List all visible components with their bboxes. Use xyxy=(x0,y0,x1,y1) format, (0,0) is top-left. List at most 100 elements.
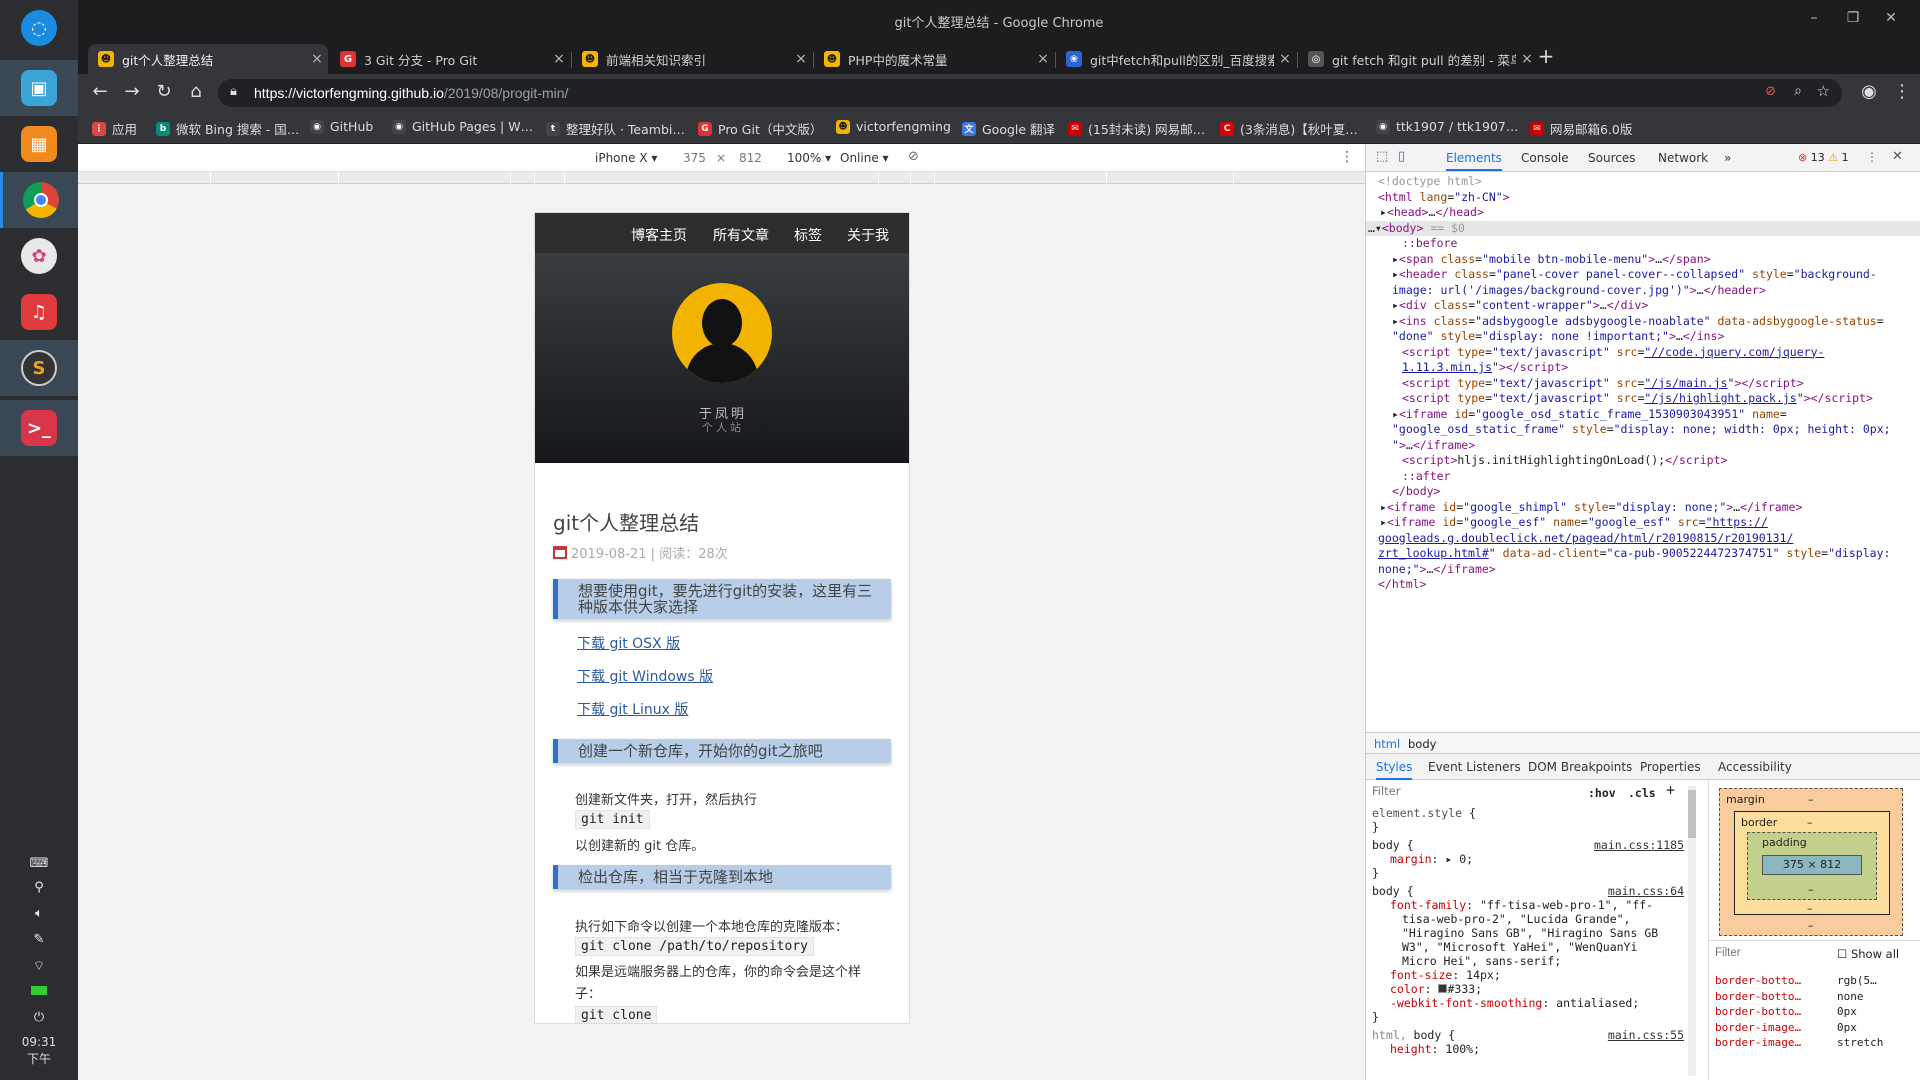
styles-pane[interactable]: :hov .cls + element.style { } body {main… xyxy=(1366,780,1696,1080)
new-tab-button[interactable]: + xyxy=(1534,44,1558,68)
profile-icon[interactable]: ◉ xyxy=(1857,81,1881,102)
launcher-icon[interactable]: ◌ xyxy=(0,0,78,56)
bookmark-google-translate[interactable]: 文 Google 翻译 xyxy=(962,119,1055,138)
tab-3[interactable]: ☻ 前端相关知识索引 × xyxy=(572,44,812,74)
keyboard-icon[interactable]: ⌨ xyxy=(0,856,78,871)
computed-pane[interactable]: ☐ Show all border-botto… rgb(5… border-bo… xyxy=(1709,940,1920,1080)
bookmark-netease-mail[interactable]: ✉ (15封未读) 网易邮… xyxy=(1068,119,1205,138)
nav-articles-link[interactable]: 所有文章 xyxy=(713,225,769,245)
devtools-close-icon[interactable]: ✕ xyxy=(1892,149,1903,164)
bookmark-teambition[interactable]: t 整理好队 · Teambi… xyxy=(546,119,685,138)
computed-row[interactable]: border-image… stretch xyxy=(1715,1035,1915,1051)
crumb-html[interactable]: html xyxy=(1374,737,1400,751)
computed-row[interactable]: border-botto… rgb(5… xyxy=(1715,973,1915,989)
forward-button[interactable]: → xyxy=(120,81,144,102)
box-margin[interactable]: margin – border – padding 375 × 812 – – … xyxy=(1719,788,1903,936)
terminal-icon[interactable]: >_ xyxy=(0,400,78,456)
settings-icon[interactable]: ✿ xyxy=(0,228,78,284)
maximize-button[interactable]: ❐ xyxy=(1842,10,1864,26)
usb-icon[interactable]: ⚲ xyxy=(0,880,78,895)
subtab-dom-breakpoints[interactable]: DOM Breakpoints xyxy=(1528,760,1632,774)
show-all-checkbox[interactable]: ☐ Show all xyxy=(1837,947,1899,961)
device-menu-icon[interactable]: ⋮ xyxy=(1340,149,1354,165)
clock[interactable]: 09:31 下午 xyxy=(0,1034,78,1068)
battery-icon[interactable] xyxy=(0,984,78,999)
tab-close-icon[interactable]: × xyxy=(790,51,812,67)
tab-2[interactable]: G 3 Git 分支 - Pro Git × xyxy=(330,44,570,74)
tab-console[interactable]: Console xyxy=(1521,151,1569,165)
bookmark-github-pages[interactable]: ◉ GitHub Pages | W… xyxy=(392,119,533,134)
device-mode-icon[interactable]: ▯ xyxy=(1398,149,1405,164)
device-width[interactable]: 375 xyxy=(683,151,706,165)
rotate-icon[interactable]: ⊘ xyxy=(908,149,919,164)
source-link[interactable]: main.css:55 xyxy=(1608,1028,1684,1042)
download-windows-link[interactable]: 下载 git Windows 版 xyxy=(577,666,713,686)
bookmark-star-icon[interactable]: ☆ xyxy=(1817,82,1830,100)
wifi-icon[interactable]: ⌔ xyxy=(0,958,78,974)
volume-icon[interactable]: 🔈︎ xyxy=(0,906,78,921)
download-linux-link[interactable]: 下载 git Linux 版 xyxy=(577,699,688,719)
back-button[interactable]: ← xyxy=(88,81,112,102)
minimize-button[interactable]: – xyxy=(1803,10,1825,26)
crumb-body[interactable]: body xyxy=(1408,737,1436,751)
network-select[interactable]: Online ▾ xyxy=(840,151,889,165)
tab-close-icon[interactable]: × xyxy=(548,51,570,67)
download-osx-link[interactable]: 下载 git OSX 版 xyxy=(577,633,680,653)
computed-row[interactable]: border-botto… 0px xyxy=(1715,1004,1915,1020)
tab-elements[interactable]: Elements xyxy=(1446,151,1502,171)
zoom-select[interactable]: 100% ▾ xyxy=(787,151,831,165)
tab-close-icon[interactable]: × xyxy=(1274,51,1296,67)
box-border[interactable]: border – padding 375 × 812 – – xyxy=(1734,811,1890,915)
bookmark-csdn[interactable]: C (3条消息)【秋叶夏… xyxy=(1220,119,1358,138)
box-padding[interactable]: padding 375 × 812 – xyxy=(1747,832,1877,900)
hov-toggle[interactable]: :hov xyxy=(1588,786,1616,800)
author-avatar[interactable] xyxy=(672,283,772,383)
devtools-menu-icon[interactable]: ⋮ xyxy=(1866,150,1878,164)
tab-4[interactable]: ☻ PHP中的魔术常量 × xyxy=(814,44,1054,74)
computed-row[interactable]: border-botto… none xyxy=(1715,989,1915,1005)
source-link[interactable]: main.css:1185 xyxy=(1594,838,1684,852)
app-store-icon[interactable]: ▣ xyxy=(0,60,78,116)
address-bar[interactable]: 🔒︎ https://victorfengming.github.io/2019… xyxy=(218,79,1842,107)
error-count[interactable]: ⊗ 13 ⚠ 1 xyxy=(1798,151,1849,164)
netease-music-icon[interactable]: ♫ xyxy=(0,284,78,340)
styles-scrollbar[interactable] xyxy=(1688,786,1696,1076)
tab-close-icon[interactable]: × xyxy=(1032,51,1054,67)
inspect-icon[interactable]: ⬚ xyxy=(1376,149,1388,164)
tab-close-icon[interactable]: × xyxy=(306,51,328,67)
add-rule-icon[interactable]: + xyxy=(1666,783,1675,798)
subtab-styles[interactable]: Styles xyxy=(1376,760,1413,780)
source-link[interactable]: main.css:64 xyxy=(1608,884,1684,898)
blocked-icon[interactable]: ⊘ xyxy=(1765,84,1776,99)
computed-row[interactable]: border-image… 0px xyxy=(1715,1020,1915,1036)
chrome-icon[interactable] xyxy=(0,172,78,228)
home-button[interactable]: ⌂ xyxy=(184,81,208,102)
tab-more[interactable]: » xyxy=(1724,151,1731,165)
subtab-accessibility[interactable]: Accessibility xyxy=(1718,760,1792,774)
close-window-button[interactable]: ✕ xyxy=(1880,10,1902,26)
tab-sources[interactable]: Sources xyxy=(1588,151,1635,165)
reload-button[interactable]: ↻ xyxy=(152,81,176,102)
nav-home-link[interactable]: 博客主页 xyxy=(631,225,687,245)
lock-icon[interactable]: 🔒︎ xyxy=(230,84,237,99)
tab-network[interactable]: Network xyxy=(1658,151,1708,165)
box-content[interactable]: 375 × 812 xyxy=(1762,855,1862,875)
sublime-icon[interactable]: S xyxy=(0,340,78,396)
files-icon[interactable]: ▦ xyxy=(0,116,78,172)
subtab-event-listeners[interactable]: Event Listeners xyxy=(1428,760,1521,774)
power-icon[interactable]: ⏻ xyxy=(0,1010,78,1025)
tab-5[interactable]: ❀ git中fetch和pull的区别_百度搜索 × xyxy=(1056,44,1296,74)
nav-about-link[interactable]: 关于我 xyxy=(847,225,889,245)
bookmark-victorfengming[interactable]: ☻ victorfengming xyxy=(836,119,951,134)
computed-filter-input[interactable] xyxy=(1715,947,1805,959)
tab-1[interactable]: ☻ git个人整理总结 × xyxy=(88,44,328,74)
subtab-properties[interactable]: Properties xyxy=(1640,760,1701,774)
tab-6[interactable]: ◎ git fetch 和git pull 的差别 - 菜鸟 × xyxy=(1298,44,1538,74)
bookmark-ttk1907[interactable]: ◉ ttk1907 / ttk1907… xyxy=(1376,119,1518,134)
styles-filter-input[interactable] xyxy=(1372,784,1572,798)
zoom-icon[interactable]: ⌕ xyxy=(1794,83,1802,99)
menu-icon[interactable]: ⋮ xyxy=(1890,81,1914,102)
pen-icon[interactable]: ✎ xyxy=(0,932,78,947)
cls-toggle[interactable]: .cls xyxy=(1628,786,1656,800)
bookmark-progit[interactable]: G Pro Git（中文版） xyxy=(698,119,822,138)
